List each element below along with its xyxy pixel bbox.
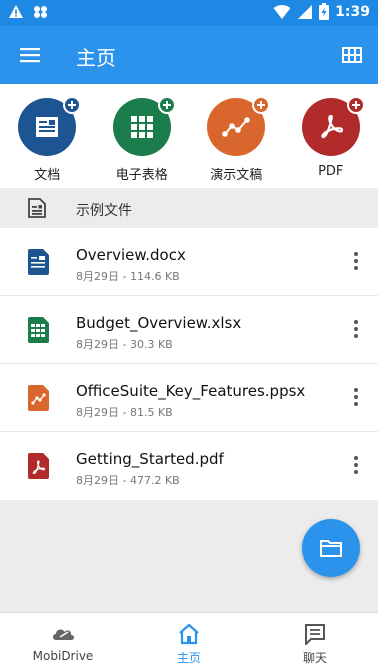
plus-icon: [346, 96, 365, 114]
status-time: 1:39: [335, 3, 370, 20]
file-list: Overview.docx 8月29日 - 114.6 KB Budget_Ov…: [0, 228, 378, 500]
file-name: Getting_Started.pdf: [76, 450, 224, 468]
file-meta: 8月29日 - 114.6 KB: [76, 270, 180, 283]
file-meta: 8月29日 - 30.3 KB: [76, 338, 173, 351]
plus-icon: [252, 96, 271, 114]
powerpoint-file-icon: [28, 385, 49, 411]
home-icon: [179, 623, 199, 645]
word-file-icon: [28, 249, 49, 275]
nav-label: MobiDrive: [32, 649, 94, 663]
file-row[interactable]: Overview.docx 8月29日 - 114.6 KB: [0, 228, 378, 296]
more-options-icon[interactable]: [352, 320, 360, 340]
file-row[interactable]: Getting_Started.pdf 8月29日 - 477.2 KB: [0, 432, 378, 500]
quick-label: PDF: [318, 164, 344, 179]
folder-icon: [320, 540, 342, 557]
cellular-icon: [298, 4, 313, 19]
warning-icon: [9, 5, 23, 18]
presentation-icon: [207, 96, 271, 156]
file-row[interactable]: OfficeSuite_Key_Features.ppsx 8月29日 - 81…: [0, 364, 378, 432]
section-title: 示例文件: [76, 203, 132, 219]
file-meta: 8月29日 - 81.5 KB: [76, 406, 173, 419]
chat-icon: [305, 624, 325, 645]
wifi-icon: [273, 4, 291, 19]
nav-label: 主页: [176, 651, 201, 665]
file-name: Overview.docx: [76, 246, 186, 264]
quick-create-row: 文档 电子表格 演示文稿 PDF: [0, 84, 378, 188]
more-options-icon[interactable]: [352, 388, 360, 408]
file-meta: 8月29日 - 477.2 KB: [76, 474, 180, 487]
menu-icon[interactable]: [18, 43, 42, 67]
file-name: OfficeSuite_Key_Features.ppsx: [76, 382, 306, 400]
nav-home[interactable]: 主页: [126, 613, 252, 672]
cloud-icon: [53, 629, 74, 640]
document-icon: [18, 96, 82, 156]
quick-label: 文档: [34, 168, 61, 183]
grid-view-icon[interactable]: [342, 45, 362, 65]
file-name: Budget_Overview.xlsx: [76, 314, 242, 332]
spreadsheet-icon: [112, 96, 176, 156]
new-pdf-button[interactable]: PDF: [284, 84, 378, 188]
more-options-icon[interactable]: [352, 456, 360, 476]
new-document-button[interactable]: 文档: [0, 84, 95, 188]
more-options-icon[interactable]: [352, 252, 360, 272]
file-row[interactable]: Budget_Overview.xlsx 8月29日 - 30.3 KB: [0, 296, 378, 364]
file-icon: [28, 198, 46, 218]
plus-icon: [63, 96, 82, 114]
nav-mobidrive[interactable]: MobiDrive: [0, 613, 126, 672]
plus-icon: [157, 96, 176, 114]
bottom-nav: MobiDrive 主页 聊天: [0, 612, 378, 672]
quick-label: 演示文稿: [210, 168, 263, 183]
new-spreadsheet-button[interactable]: 电子表格: [95, 84, 190, 188]
sample-files-header: 示例文件: [0, 188, 378, 228]
battery-charging-icon: [319, 3, 330, 20]
quick-label: 电子表格: [115, 168, 168, 183]
nav-label: 聊天: [302, 651, 327, 665]
nav-chat[interactable]: 聊天: [252, 613, 378, 672]
page-title: 主页: [76, 46, 116, 70]
new-presentation-button[interactable]: 演示文稿: [189, 84, 284, 188]
open-folder-button[interactable]: [302, 519, 360, 577]
app-notification-icon: [34, 6, 47, 18]
excel-file-icon: [28, 317, 49, 343]
app-bar: 主页: [0, 26, 378, 84]
pdf-file-icon: [28, 453, 49, 479]
status-bar: 1:39: [0, 0, 378, 26]
pdf-icon: [301, 96, 365, 156]
